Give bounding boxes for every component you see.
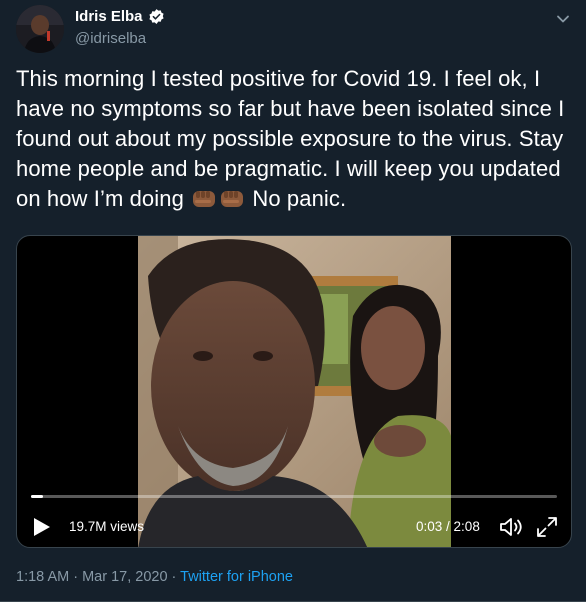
video-view-count: 19.7M views — [69, 519, 145, 534]
tweet-text: This morning I tested positive for Covid… — [16, 64, 576, 214]
play-icon[interactable] — [33, 517, 51, 537]
tweet-text-ending: No panic. — [252, 186, 347, 211]
tweet-timestamp[interactable]: 1:18 AM · Mar 17, 2020 — [16, 569, 168, 585]
fist-medium-dark-skin-icon — [191, 188, 217, 210]
video-progress-bar[interactable] — [31, 495, 557, 498]
chevron-down-icon[interactable] — [554, 10, 572, 28]
tweet-metadata: 1:18 AM · Mar 17, 2020 · Twitter for iPh… — [16, 569, 293, 585]
video-time-separator: / — [442, 519, 454, 534]
author-display-name[interactable]: Idris Elba — [75, 8, 143, 25]
avatar[interactable] — [16, 5, 64, 53]
author-handle[interactable]: @idriselba — [75, 30, 146, 47]
video-time: 0:03 / 2:08 — [416, 519, 480, 534]
video-progress-fill — [31, 495, 44, 498]
video-duration: 2:08 — [453, 519, 480, 534]
video-player[interactable]: 19.7M views 0:03 / 2:08 — [16, 235, 572, 548]
fist-medium-dark-skin-icon — [219, 188, 245, 210]
verified-badge-icon — [148, 8, 165, 25]
video-current-time: 0:03 — [416, 519, 443, 534]
volume-icon[interactable] — [499, 515, 525, 539]
video-thumbnail[interactable] — [138, 236, 451, 547]
fullscreen-icon[interactable] — [535, 515, 559, 539]
tweet-card: Idris Elba @idriselba This morning I tes… — [0, 0, 586, 602]
author-name-row[interactable]: Idris Elba — [75, 8, 165, 25]
meta-separator: · — [167, 569, 181, 585]
tweet-source-link[interactable]: Twitter for iPhone — [180, 569, 293, 585]
